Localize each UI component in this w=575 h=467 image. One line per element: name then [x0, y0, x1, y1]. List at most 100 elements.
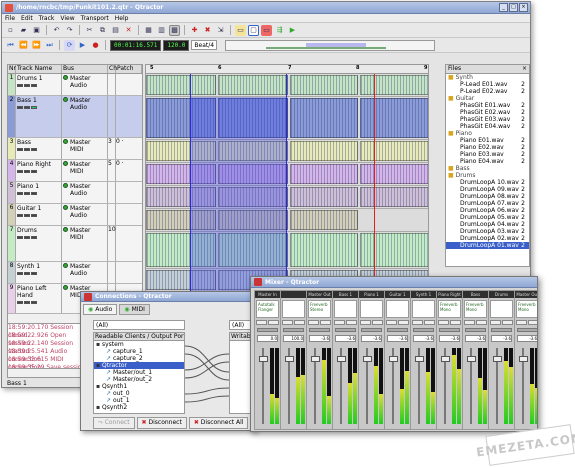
- clip[interactable]: [360, 75, 428, 95]
- clip[interactable]: [360, 98, 428, 138]
- plugin-list[interactable]: Freeverb Stereo: [308, 300, 331, 318]
- plugin-list[interactable]: Freeverb Mono: [464, 300, 487, 318]
- file-folder[interactable]: ■ Bass: [446, 165, 529, 172]
- track-row[interactable]: 7 Drums Master MIDI 10: [8, 226, 142, 262]
- clip[interactable]: [218, 75, 288, 95]
- messages-view-icon[interactable]: ▢: [248, 24, 259, 36]
- menu-transport[interactable]: Transport: [81, 15, 109, 22]
- save-icon[interactable]: ▣: [31, 25, 42, 36]
- solo-button[interactable]: [528, 320, 537, 325]
- clip[interactable]: [290, 98, 358, 138]
- menu-edit[interactable]: Edit: [21, 15, 33, 22]
- track-lane[interactable]: [146, 209, 428, 232]
- client-item[interactable]: ▪ system: [94, 341, 184, 348]
- plugin-list[interactable]: [360, 300, 383, 318]
- gain-value[interactable]: -3.6: [465, 335, 486, 342]
- solo-toggle[interactable]: [31, 106, 37, 109]
- disconnect-button[interactable]: ✖ Disconnect: [136, 417, 187, 429]
- pan-slider[interactable]: [335, 328, 356, 332]
- plugin-list[interactable]: [282, 300, 305, 318]
- mute-toggle[interactable]: [24, 106, 30, 109]
- plugin-list[interactable]: Freeverb Mono: [516, 300, 537, 318]
- cut-icon[interactable]: ✂: [84, 25, 95, 36]
- file-item[interactable]: Piano E02.wav 2: [446, 144, 529, 151]
- close-icon[interactable]: ×: [522, 65, 527, 73]
- menu-track[interactable]: Track: [39, 15, 55, 22]
- mute-toggle[interactable]: [24, 192, 30, 195]
- plugin-list[interactable]: Freeverb Mono: [438, 300, 461, 318]
- port-item[interactable]: ↗ out_0: [94, 390, 184, 397]
- copy-icon[interactable]: ⧉: [97, 25, 108, 36]
- readable-ports-list[interactable]: Readable Clients / Output Ports ▪ system…: [93, 332, 185, 414]
- files-view-icon[interactable]: ▭: [235, 24, 246, 36]
- tab-audio[interactable]: ◉ Audio: [83, 304, 118, 315]
- select-range-icon[interactable]: ▥: [156, 25, 167, 36]
- plugin-list[interactable]: [386, 300, 409, 318]
- file-item[interactable]: DrumLoopA 08.wav 2: [446, 193, 529, 200]
- maximize-button[interactable]: □: [509, 3, 518, 12]
- volume-fader[interactable]: [441, 348, 450, 424]
- gain-value[interactable]: -3.6: [517, 335, 537, 342]
- mute-button[interactable]: [490, 320, 501, 325]
- pan-slider[interactable]: [517, 328, 537, 332]
- mute-button[interactable]: [386, 320, 397, 325]
- solo-button[interactable]: [424, 320, 435, 325]
- mute-toggle[interactable]: [24, 170, 30, 173]
- fast-forward-icon[interactable]: ⏩: [31, 40, 42, 51]
- pan-slider[interactable]: [465, 328, 486, 332]
- mute-button[interactable]: [438, 320, 449, 325]
- record-toggle[interactable]: [17, 272, 23, 275]
- mute-toggle[interactable]: [24, 272, 30, 275]
- solo-toggle[interactable]: [31, 236, 37, 239]
- clip[interactable]: [146, 75, 216, 95]
- file-item[interactable]: DrumLoopA 03.wav 2: [446, 228, 529, 235]
- volume-fader[interactable]: [519, 348, 528, 424]
- plugin-list[interactable]: Autotalk Flanger: [256, 300, 279, 318]
- snap-select[interactable]: Beat/4: [191, 40, 218, 50]
- gain-value[interactable]: -3.6: [335, 335, 356, 342]
- file-item[interactable]: DrumLoopA 06.wav 2: [446, 207, 529, 214]
- record-toggle[interactable]: [17, 170, 23, 173]
- track-row[interactable]: 2 Bass 1 Master Audio: [8, 96, 142, 138]
- solo-button[interactable]: [502, 320, 513, 325]
- file-item[interactable]: PhasGit E02.wav 2: [446, 109, 529, 116]
- pan-slider[interactable]: [439, 328, 460, 332]
- play-icon[interactable]: ▶: [77, 40, 88, 51]
- volume-fader[interactable]: [389, 348, 398, 424]
- clip[interactable]: [290, 187, 358, 207]
- forward-end-icon[interactable]: ⏭: [44, 40, 55, 51]
- mute-button[interactable]: [308, 320, 319, 325]
- solo-toggle[interactable]: [31, 148, 37, 151]
- clip[interactable]: [290, 233, 358, 267]
- file-item[interactable]: DrumLoopA 02.wav 2: [446, 235, 529, 242]
- mute-toggle[interactable]: [24, 301, 30, 304]
- clip[interactable]: [360, 233, 428, 267]
- track-lane[interactable]: [146, 140, 428, 163]
- backward-start-icon[interactable]: ⏮: [5, 40, 16, 51]
- client-item[interactable]: ▪ Qtractor: [94, 362, 184, 369]
- file-item[interactable]: Piano E03.wav 2: [446, 151, 529, 158]
- record-toggle[interactable]: [17, 84, 23, 87]
- file-item[interactable]: DrumLoopA 07.wav 2: [446, 200, 529, 207]
- pan-slider[interactable]: [491, 328, 512, 332]
- solo-button[interactable]: [372, 320, 383, 325]
- import-icon[interactable]: ⇲: [215, 25, 226, 36]
- track-lane[interactable]: [146, 232, 428, 269]
- solo-toggle[interactable]: [31, 214, 37, 217]
- clip[interactable]: [290, 141, 358, 161]
- new-file-icon[interactable]: ▫: [5, 25, 16, 36]
- file-item[interactable]: Piano E04.wav 2: [446, 158, 529, 165]
- gain-value[interactable]: -3.6: [361, 335, 382, 342]
- solo-button[interactable]: [346, 320, 357, 325]
- volume-fader[interactable]: [259, 348, 268, 424]
- file-item[interactable]: DrumLoopA 10.wav 2: [446, 179, 529, 186]
- port-item[interactable]: ↗ out_1: [94, 397, 184, 404]
- plugin-list[interactable]: [412, 300, 435, 318]
- pan-slider[interactable]: [387, 328, 408, 332]
- solo-button[interactable]: [294, 320, 305, 325]
- mute-button[interactable]: [516, 320, 527, 325]
- track-row[interactable]: 8 Synth 1 Master Audio: [8, 262, 142, 284]
- tempo-display[interactable]: 120.0: [163, 39, 190, 51]
- tab-midi[interactable]: ◉ MIDI: [119, 304, 150, 315]
- undo-icon[interactable]: ↶: [51, 25, 62, 36]
